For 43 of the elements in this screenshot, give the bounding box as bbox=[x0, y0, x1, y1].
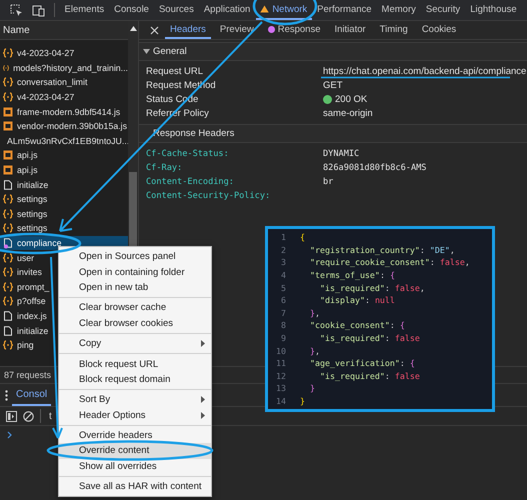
header-value: same-origin bbox=[323, 108, 373, 118]
header-name: Content-Security-Policy: bbox=[146, 191, 272, 201]
line-number: 14 bbox=[275, 396, 286, 406]
code-line: "is_required": false bbox=[318, 370, 420, 381]
code-line: "registration_country": "DE", bbox=[308, 244, 455, 255]
line-number: 12 bbox=[275, 370, 286, 381]
header-name: Request URL bbox=[146, 66, 204, 76]
header-name: Content-Encoding: bbox=[146, 177, 235, 187]
line-number: 6 bbox=[280, 295, 286, 306]
header-value: 826a9081d80fb8c6-AMS bbox=[323, 163, 426, 173]
code-line: }, bbox=[308, 346, 320, 356]
header-value: GET bbox=[323, 80, 343, 90]
column-header: Name bbox=[0, 21, 128, 40]
line-number: 7 bbox=[280, 308, 286, 318]
header-value: br bbox=[323, 177, 334, 187]
header-value: 200 OK bbox=[335, 94, 368, 104]
code-line: } bbox=[300, 396, 305, 406]
code-line: "terms_of_use": { bbox=[308, 270, 395, 280]
code-line: "is_required": false, bbox=[318, 282, 425, 293]
header-name: Cf-Cache-Status: bbox=[146, 149, 230, 159]
line-number: 10 bbox=[275, 346, 286, 356]
code-line: "is_required": false bbox=[318, 333, 420, 344]
line-number: 9 bbox=[280, 333, 286, 344]
header-value: https://chat.openai.com/backend-api/compliance bbox=[323, 66, 526, 76]
code-line: "require_cookie_consent": false, bbox=[308, 257, 470, 268]
code-line: { bbox=[300, 232, 305, 242]
code-line: "cookie_consent": { bbox=[308, 320, 405, 330]
line-number: 8 bbox=[280, 320, 286, 330]
line-number: 11 bbox=[275, 358, 286, 368]
line-number: 5 bbox=[280, 282, 286, 293]
line-number: 3 bbox=[280, 257, 286, 268]
code-line: } bbox=[308, 383, 315, 394]
code-line: "display": null bbox=[318, 295, 395, 306]
line-number: 2 bbox=[280, 244, 286, 255]
header-value: DYNAMIC bbox=[323, 149, 360, 159]
header-name: Cf-Ray: bbox=[146, 163, 184, 173]
code-line: }, bbox=[308, 308, 320, 318]
section-title: General bbox=[153, 46, 187, 57]
line-number: 1 bbox=[280, 232, 286, 242]
section-title: Response Headers bbox=[153, 128, 234, 139]
line-number: 13 bbox=[275, 383, 286, 394]
line-number: 4 bbox=[280, 270, 286, 280]
code-line: "age_verification": { bbox=[308, 358, 415, 368]
